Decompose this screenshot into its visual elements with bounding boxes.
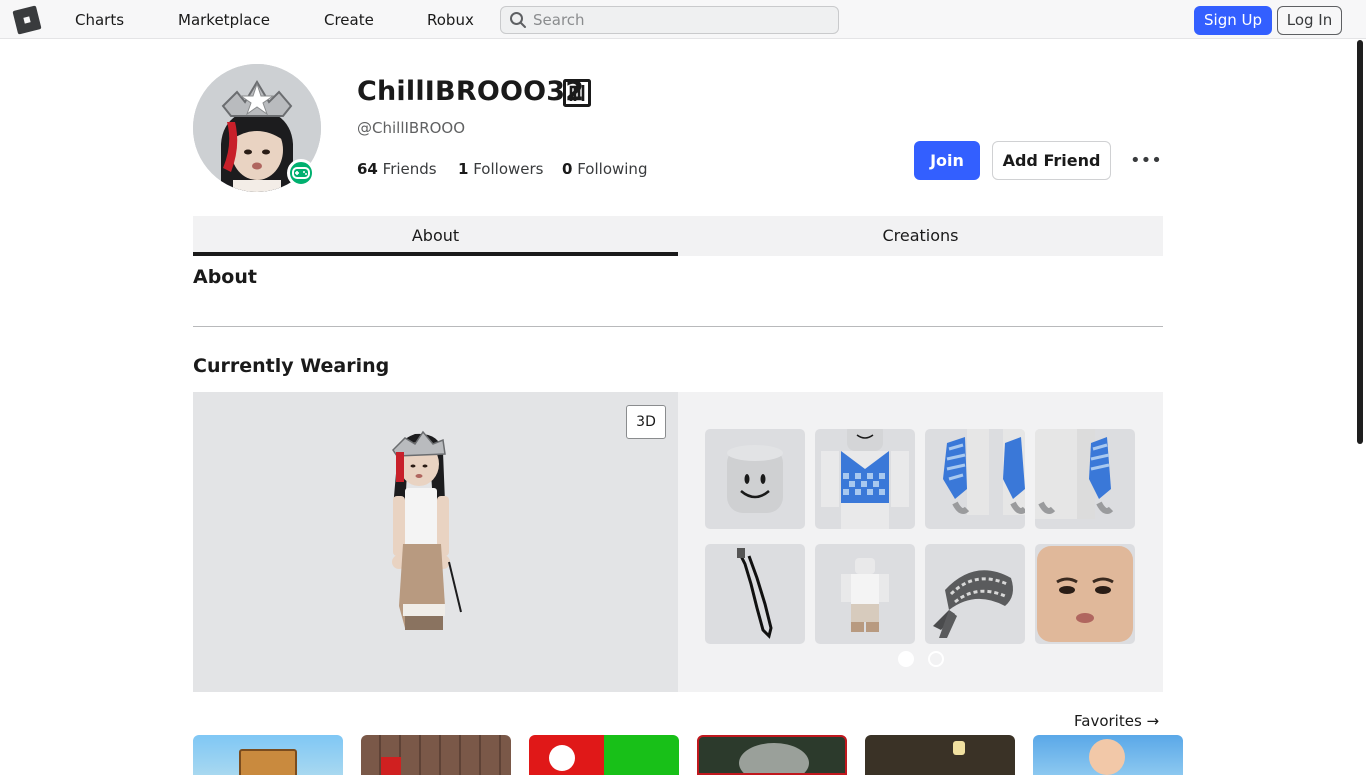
roblox-logo-icon[interactable]: [12, 5, 42, 35]
username: @ChillIBROOO: [357, 119, 466, 137]
nav-charts[interactable]: Charts: [75, 11, 124, 29]
display-name: ChillIBROOO32: [357, 76, 585, 107]
strap-item-icon: [737, 548, 773, 639]
add-friend-button[interactable]: Add Friend: [992, 141, 1111, 180]
wearing-item-strap[interactable]: [705, 544, 805, 644]
friends-count: 64: [357, 160, 378, 178]
page-scrollbar[interactable]: [1357, 40, 1363, 444]
favorite-game-thumbnail-6[interactable]: [1033, 735, 1183, 775]
favorites-link[interactable]: Favorites →: [1074, 712, 1159, 730]
nav-create[interactable]: Create: [324, 11, 374, 29]
verified-badge-icon[interactable]: [563, 79, 591, 107]
favorite-game-thumbnail-3[interactable]: [529, 735, 679, 775]
wearing-item-face[interactable]: [1035, 544, 1135, 644]
toggle-3d-button[interactable]: 3D: [626, 405, 666, 439]
wearing-item-shirt[interactable]: [815, 429, 915, 529]
wearing-item-outfit[interactable]: [815, 544, 915, 644]
search-icon: [510, 12, 526, 28]
following-stat[interactable]: 0 Following: [562, 160, 647, 178]
sign-icon: [239, 749, 297, 775]
arms-alt-item-icon: [1035, 429, 1114, 519]
red-shape-icon: [381, 757, 401, 775]
wearing-item-arms-alt[interactable]: [1035, 429, 1135, 529]
avatar-viewer[interactable]: [193, 392, 678, 692]
favorite-game-thumbnail-4[interactable]: [697, 735, 847, 775]
online-status-badge: [287, 159, 315, 187]
tab-creations[interactable]: Creations: [678, 216, 1163, 256]
head-item-icon: [727, 445, 783, 513]
favorite-game-thumbnail-2[interactable]: [361, 735, 511, 775]
favorite-game-thumbnail-1[interactable]: [193, 735, 343, 775]
nav-robux[interactable]: Robux: [427, 11, 474, 29]
more-options-icon[interactable]: •••: [1130, 150, 1162, 171]
pager-dot-1[interactable]: [898, 651, 914, 667]
gamepad-icon: [292, 167, 310, 179]
currently-wearing-heading: Currently Wearing: [193, 355, 390, 377]
arms-item-icon: [943, 429, 1025, 515]
friends-stat[interactable]: 64 Friends: [357, 160, 437, 178]
section-divider: [193, 326, 1163, 327]
bandana-item-icon: [933, 570, 1013, 638]
following-count: 0: [562, 160, 573, 178]
outfit-item-icon: [841, 558, 889, 632]
wearing-item-bandana[interactable]: [925, 544, 1025, 644]
creature-icon: [739, 743, 809, 773]
join-button[interactable]: Join: [914, 141, 980, 180]
log-in-button[interactable]: Log In: [1277, 6, 1342, 35]
friends-label: Friends: [382, 160, 437, 178]
search-input[interactable]: [533, 10, 823, 30]
sign-up-button[interactable]: Sign Up: [1194, 6, 1272, 35]
nav-marketplace[interactable]: Marketplace: [178, 11, 270, 29]
following-label: Following: [577, 160, 648, 178]
character-face-icon: [1089, 739, 1125, 775]
profile-tabs: About Creations: [193, 216, 1163, 256]
face-item-icon: [1037, 546, 1133, 642]
pager-dot-2[interactable]: [928, 651, 944, 667]
about-heading: About: [193, 266, 257, 288]
shirt-item-icon: [821, 429, 909, 529]
top-nav-bar: Charts Marketplace Create Robux Sign Up …: [0, 0, 1366, 39]
wearing-item-arms[interactable]: [925, 429, 1025, 529]
lamp-icon: [953, 741, 965, 755]
search-box: [500, 6, 839, 34]
avatar-figure-icon: [392, 430, 462, 630]
tab-about[interactable]: About: [193, 216, 678, 256]
followers-label: Followers: [473, 160, 544, 178]
followers-count: 1: [458, 160, 469, 178]
followers-stat[interactable]: 1 Followers: [458, 160, 543, 178]
favorite-game-thumbnail-5[interactable]: [865, 735, 1015, 775]
wearing-item-head[interactable]: [705, 429, 805, 529]
skull-icon: [549, 745, 575, 771]
